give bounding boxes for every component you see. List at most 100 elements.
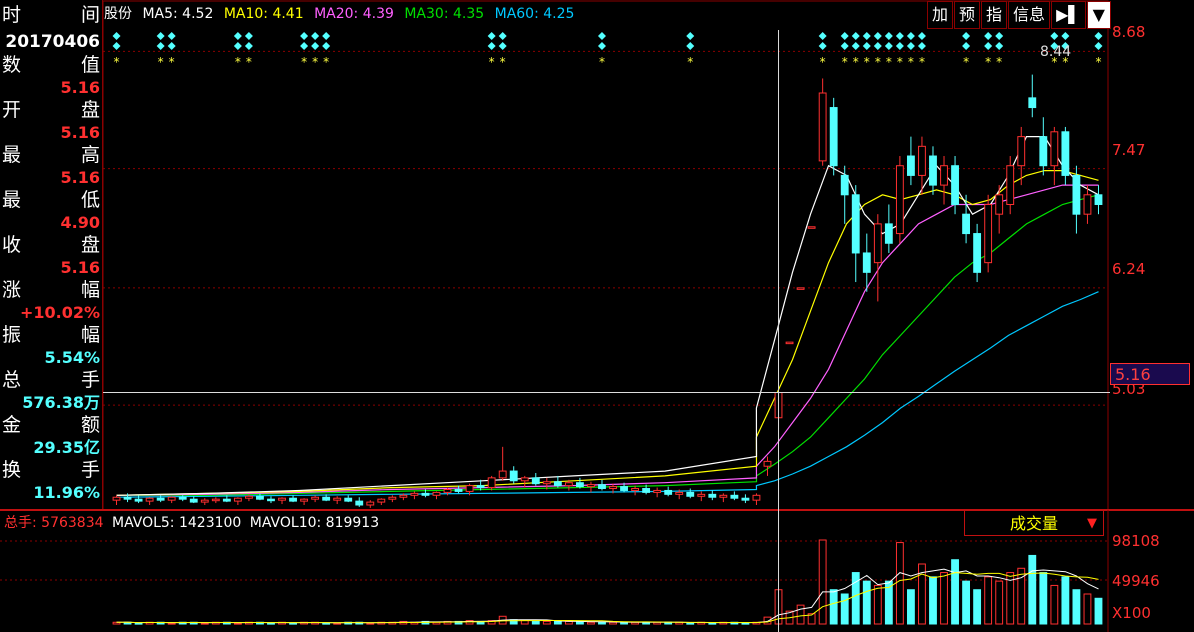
volume-bar (289, 622, 297, 625)
candle-body (918, 145, 926, 176)
signal-star: * (963, 55, 969, 69)
volume-bar (708, 622, 717, 625)
volume-bar (929, 576, 937, 625)
candle-body (333, 497, 342, 501)
kline-chart[interactable]: * * * * * * * * * * * * * * * * * * * * * * * * * * * (0, 0, 1194, 632)
signal-star: * (114, 55, 120, 69)
signal-diamond (873, 42, 882, 50)
candle-body (443, 488, 452, 493)
volume-bar (940, 572, 948, 625)
signal-diamond (112, 32, 121, 40)
candle-body (1094, 194, 1103, 205)
candle-body (421, 492, 430, 496)
volume-bar (1028, 554, 1037, 625)
volume-bar (818, 539, 827, 625)
candle-body (796, 287, 805, 290)
ma5-label: MA5: 4.52 (142, 6, 214, 22)
chevron-down-icon: ▼ (1087, 516, 1097, 531)
candle-body (631, 488, 640, 491)
signal-diamond (487, 32, 496, 40)
signal-star: * (500, 55, 506, 69)
signal-star: * (323, 55, 329, 69)
signal-diamond (962, 42, 971, 50)
candle-body (244, 495, 253, 499)
signal-diamond (1094, 42, 1103, 50)
jump-to-end-icon[interactable]: ▶▌ (1051, 1, 1086, 29)
signal-diamond (311, 42, 320, 50)
volume-bar (873, 584, 882, 625)
signal-star: * (1095, 55, 1101, 69)
candle-body (1083, 194, 1092, 215)
candle-body (1061, 131, 1070, 176)
signal-diamond (995, 42, 1004, 50)
candle-body (1017, 136, 1026, 167)
volume-bar (862, 580, 871, 625)
signal-diamond (233, 42, 242, 50)
volume-bar (267, 622, 275, 625)
candle-body (178, 496, 187, 500)
index-button[interactable]: 指 (981, 1, 1008, 29)
signal-star: * (158, 55, 164, 69)
volume-bar (796, 604, 805, 625)
ma60-label: MA60: 4.25 (494, 6, 575, 22)
volume-bar (1072, 589, 1081, 625)
candle-body (686, 491, 695, 497)
signal-diamond (233, 32, 242, 40)
add-button[interactable]: 加 (927, 1, 954, 29)
candle-body (1006, 165, 1015, 205)
indicator-select[interactable]: 成交量 ▼ (964, 510, 1104, 536)
candle-body (311, 496, 320, 500)
volume-bars (112, 539, 1103, 625)
candle-body (984, 203, 993, 264)
signal-diamond (862, 42, 871, 50)
info-button[interactable]: 信息 (1008, 1, 1051, 29)
candle-body (289, 497, 297, 502)
signal-diamond (884, 42, 893, 50)
kline-app: 时间 20170406 数值 5.16 开盘 5.16 最高 5.16 最低 4… (0, 0, 1194, 632)
signal-diamond (322, 42, 331, 50)
candle-body (233, 497, 242, 502)
signal-diamond (962, 32, 971, 40)
candle-body (355, 500, 364, 506)
volume-bar (984, 576, 993, 625)
signal-diamond (311, 32, 320, 40)
candle-body (951, 165, 959, 205)
signal-star: * (820, 55, 826, 69)
volume-bar (587, 621, 595, 625)
candle-body (818, 92, 827, 162)
signal-star: * (864, 55, 870, 69)
forecast-button[interactable]: 预 (954, 1, 981, 29)
signal-diamond (984, 32, 993, 40)
candle-body (399, 494, 408, 498)
signal-diamond (917, 42, 926, 50)
signal-diamond (840, 32, 849, 40)
candle-body (267, 498, 275, 502)
signal-diamond (895, 42, 904, 50)
candle-body (620, 486, 628, 491)
toolbar: 加 预 指 信息 ▶▌ ▼ (926, 1, 1111, 29)
crosshair (103, 30, 1110, 632)
candle-body (167, 496, 176, 501)
candle-body (432, 491, 441, 496)
signal-star: * (599, 55, 605, 69)
volume-bar (840, 593, 849, 625)
candle-body (995, 194, 1004, 215)
volume-bar (995, 580, 1004, 625)
volume-header: 总手: 5763834 MAVOL5: 1423100 MAVOL10: 819… (4, 513, 379, 533)
candle-body (697, 493, 706, 497)
signal-diamond (818, 42, 827, 50)
volume-bar (829, 589, 838, 625)
chevron-down-icon[interactable]: ▼ (1086, 1, 1111, 29)
signal-diamond (873, 32, 882, 40)
candle-body (300, 498, 309, 502)
signal-star: * (301, 55, 307, 69)
signal-star: * (842, 55, 848, 69)
candle-body (598, 484, 606, 490)
candle-body (123, 496, 132, 500)
ma20-label: MA20: 4.39 (314, 6, 394, 22)
volume-bar (1083, 593, 1092, 625)
volume-bar (906, 589, 915, 625)
volume-tick: 98108 (1112, 532, 1160, 550)
candle-body (741, 497, 750, 501)
signal-diamond (917, 32, 926, 40)
